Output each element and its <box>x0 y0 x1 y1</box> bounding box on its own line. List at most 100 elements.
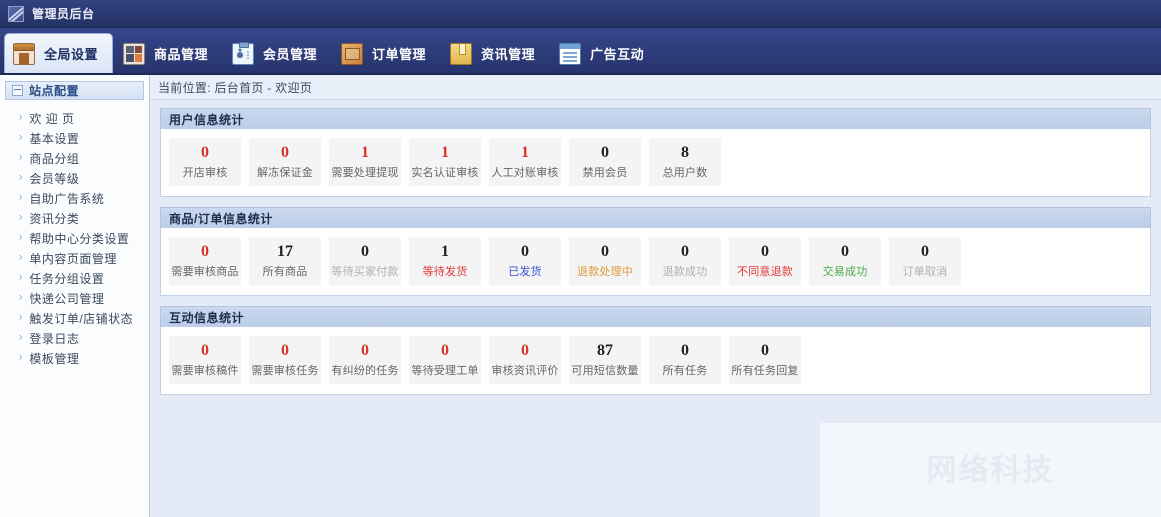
stat-value: 0 <box>681 342 689 359</box>
nav-tab-label: 广告互动 <box>590 47 645 62</box>
sidebar-item-login-log[interactable]: › 登录日志 <box>5 328 144 348</box>
stat-label: 开店审核 <box>182 167 228 179</box>
sidebar-item-trigger-order-shop-status[interactable]: › 触发订单/店铺状态 <box>5 308 144 328</box>
sidebar-item-help-center-category[interactable]: › 帮助中心分类设置 <box>5 228 144 248</box>
panel-title: 用户信息统计 <box>169 112 245 127</box>
stat-value: 8 <box>681 144 689 161</box>
sidebar-item-welcome[interactable]: › 欢 迎 页 <box>5 108 144 128</box>
nav-tab-member-management[interactable]: 会员管理 <box>224 34 331 73</box>
panel-header: 商品/订单信息统计 <box>160 207 1151 228</box>
store-window-icon <box>13 42 35 65</box>
stat-card-unfreeze-deposit[interactable]: 0 解冻保证金 <box>249 138 321 186</box>
chevron-right-icon: › <box>19 110 23 124</box>
stat-card-order-cancelled[interactable]: 0 订单取消 <box>889 237 961 285</box>
nav-tab-order-management[interactable]: 订单管理 <box>333 34 440 73</box>
stat-value: 0 <box>281 342 289 359</box>
sidebar-item-label: 触发订单/店铺状态 <box>29 311 134 326</box>
stat-card-realname-review[interactable]: 1 实名认证审核 <box>409 138 481 186</box>
chevron-right-icon: › <box>19 310 23 324</box>
stat-value: 0 <box>201 144 209 161</box>
stat-card-refund-rejected[interactable]: 0 不同意退款 <box>729 237 801 285</box>
stat-card-pending-tickets[interactable]: 0 等待受理工单 <box>409 336 481 384</box>
parcel-box-icon <box>341 42 364 65</box>
chevron-right-icon: › <box>19 230 23 244</box>
stat-label: 交易成功 <box>822 266 868 278</box>
sidebar-item-template-management[interactable]: › 模板管理 <box>5 348 144 368</box>
nav-tab-ads-interaction[interactable]: 广告互动 <box>551 34 658 73</box>
stat-card-disabled-members[interactable]: 0 禁用会员 <box>569 138 641 186</box>
panel-body: 0 需要审核稿件 0 需要审核任务 0 有纠纷的任务 0 等待受理工单 0 审核… <box>160 327 1151 395</box>
panel-goods-order-statistics: 商品/订单信息统计 0 需要审核商品 17 所有商品 0 等待买家付款 1 等待… <box>160 207 1151 296</box>
sidebar-item-label: 登录日志 <box>29 331 80 346</box>
stat-card-refund-processing[interactable]: 0 退款处理中 <box>569 237 641 285</box>
grid-blocks-icon <box>123 42 146 65</box>
nav-tab-goods-management[interactable]: 商品管理 <box>115 34 222 73</box>
stat-label: 实名认证审核 <box>411 167 479 179</box>
stat-value: 1 <box>441 144 449 161</box>
sidebar-item-member-level[interactable]: › 会员等级 <box>5 168 144 188</box>
stat-value: 1 <box>441 243 449 260</box>
stat-label: 所有任务回复 <box>731 365 799 377</box>
stat-label: 等待受理工单 <box>411 365 479 377</box>
stat-card-refund-success[interactable]: 0 退款成功 <box>649 237 721 285</box>
panel-body: 0 开店审核 0 解冻保证金 1 需要处理提现 1 实名认证审核 1 人工对账审… <box>160 129 1151 197</box>
stat-card-all-tasks[interactable]: 0 所有任务 <box>649 336 721 384</box>
sidebar-item-task-group-settings[interactable]: › 任务分组设置 <box>5 268 144 288</box>
stat-value: 0 <box>441 342 449 359</box>
panel-title: 互动信息统计 <box>169 310 245 325</box>
yellow-folder-icon <box>450 42 473 65</box>
window-titlebar: 管理员后台 <box>0 0 1161 28</box>
stat-card-shop-open-review[interactable]: 0 开店审核 <box>169 138 241 186</box>
stat-card-shipped[interactable]: 0 已发货 <box>489 237 561 285</box>
sidebar-item-news-category[interactable]: › 资讯分类 <box>5 208 144 228</box>
sidebar: 站点配置 › 欢 迎 页 › 基本设置 › 商品分组 › 会员等级 › 自助广告… <box>0 75 150 517</box>
sidebar-item-goods-group[interactable]: › 商品分组 <box>5 148 144 168</box>
panel-header: 互动信息统计 <box>160 306 1151 327</box>
admin-backend-window: 管理员后台 全局设置 商品管理 会员管理 订单管理 资讯管理 广告互动 站点配置… <box>0 0 1161 517</box>
stat-label: 人工对账审核 <box>491 167 559 179</box>
breadcrumb: 当前位置: 后台首页 - 欢迎页 <box>150 75 1161 100</box>
stat-card-transaction-success[interactable]: 0 交易成功 <box>809 237 881 285</box>
stat-card-all-goods[interactable]: 17 所有商品 <box>249 237 321 285</box>
sidebar-item-express-company[interactable]: › 快递公司管理 <box>5 288 144 308</box>
stat-card-awaiting-payment[interactable]: 0 等待买家付款 <box>329 237 401 285</box>
sidebar-item-label: 自助广告系统 <box>29 191 105 206</box>
stat-card-withdraw-pending[interactable]: 1 需要处理提现 <box>329 138 401 186</box>
stat-value: 0 <box>841 243 849 260</box>
panel-title: 商品/订单信息统计 <box>169 211 273 226</box>
sidebar-item-label: 任务分组设置 <box>29 271 105 286</box>
minus-box-icon[interactable] <box>12 85 23 96</box>
sidebar-group-header[interactable]: 站点配置 <box>5 81 144 100</box>
nav-tab-news-management[interactable]: 资讯管理 <box>442 34 549 73</box>
stat-value: 0 <box>601 243 609 260</box>
sidebar-item-label: 快递公司管理 <box>29 291 105 306</box>
chevron-right-icon: › <box>19 150 23 164</box>
clipboard-person-icon <box>232 41 255 65</box>
stat-card-total-users[interactable]: 8 总用户数 <box>649 138 721 186</box>
nav-tab-global-settings[interactable]: 全局设置 <box>4 33 114 73</box>
stat-label: 等待买家付款 <box>331 266 399 278</box>
stat-card-awaiting-shipment[interactable]: 1 等待发货 <box>409 237 481 285</box>
chevron-right-icon: › <box>19 330 23 344</box>
chevron-right-icon: › <box>19 130 23 144</box>
sidebar-item-single-page-management[interactable]: › 单内容页面管理 <box>5 248 144 268</box>
sidebar-item-basic-settings[interactable]: › 基本设置 <box>5 128 144 148</box>
stat-card-articles-need-review[interactable]: 0 需要审核稿件 <box>169 336 241 384</box>
stat-card-manual-reconcile-review[interactable]: 1 人工对账审核 <box>489 138 561 186</box>
stat-card-review-news-comments[interactable]: 0 审核资讯评价 <box>489 336 561 384</box>
stat-value: 0 <box>521 243 529 260</box>
stat-card-disputed-tasks[interactable]: 0 有纠纷的任务 <box>329 336 401 384</box>
stat-card-tasks-need-review[interactable]: 0 需要审核任务 <box>249 336 321 384</box>
stat-card-goods-need-review[interactable]: 0 需要审核商品 <box>169 237 241 285</box>
stat-label: 所有商品 <box>262 266 308 278</box>
main-navigation-bar: 全局设置 商品管理 会员管理 订单管理 资讯管理 广告互动 <box>0 28 1161 75</box>
sidebar-item-self-ad-system[interactable]: › 自助广告系统 <box>5 188 144 208</box>
stat-value: 0 <box>361 243 369 260</box>
stat-label: 可用短信数量 <box>571 365 639 377</box>
stat-card-all-task-replies[interactable]: 0 所有任务回复 <box>729 336 801 384</box>
sidebar-item-label: 资讯分类 <box>29 211 80 226</box>
sidebar-item-label: 基本设置 <box>29 131 80 146</box>
stat-card-available-sms[interactable]: 87 可用短信数量 <box>569 336 641 384</box>
stat-value: 87 <box>597 342 613 359</box>
panel-interaction-statistics: 互动信息统计 0 需要审核稿件 0 需要审核任务 0 有纠纷的任务 0 等待受理… <box>160 306 1151 395</box>
